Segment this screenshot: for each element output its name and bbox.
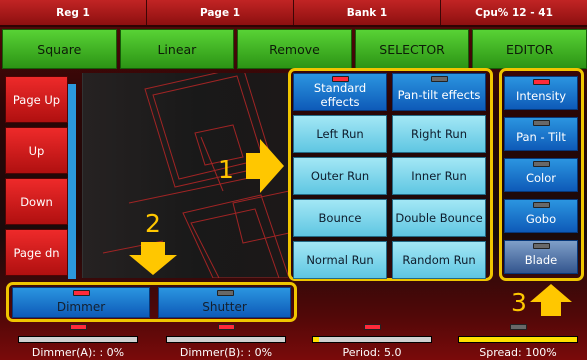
effect-label: Left Run xyxy=(316,127,364,141)
scrollbar[interactable] xyxy=(68,84,76,279)
page-indicator: Page 1 xyxy=(147,0,294,25)
attribute-lamp-indicator xyxy=(533,202,550,208)
dimmer-label: Dimmer xyxy=(56,299,106,314)
attribute-button-color[interactable]: Color xyxy=(504,158,578,192)
callout-number-3: 3 xyxy=(511,288,527,317)
parameter-label: Spread: 100% xyxy=(479,346,557,359)
page-up-button[interactable]: Page Up xyxy=(5,76,68,123)
down-arrow-icon xyxy=(129,242,177,275)
effect-button-double-bounce[interactable]: Double Bounce xyxy=(392,199,486,237)
page-down-button[interactable]: Page dn xyxy=(5,229,68,276)
parameter-level-bar xyxy=(312,336,432,343)
parameter-control-2[interactable]: Dimmer(B): : 0% xyxy=(160,323,292,360)
attribute-label: Intensity xyxy=(515,89,567,103)
effect-button-normal-run[interactable]: Normal Run xyxy=(293,241,387,279)
effect-lamp-indicator xyxy=(431,76,448,82)
effect-button-standard-effects[interactable]: Standard effects xyxy=(293,73,387,111)
effect-button-left-run[interactable]: Left Run xyxy=(293,115,387,153)
up-arrow-icon xyxy=(530,284,572,316)
attribute-button-pan-tilt[interactable]: Pan - Tilt xyxy=(504,117,578,151)
selector-button[interactable]: SELECTOR xyxy=(354,29,470,69)
effect-label: Double Bounce xyxy=(395,211,483,225)
editor-button[interactable]: EDITOR xyxy=(472,29,587,69)
attribute-lamp-indicator xyxy=(533,243,550,249)
effect-button-right-run[interactable]: Right Run xyxy=(392,115,486,153)
shutter-label: Shutter xyxy=(202,299,247,314)
bank-indicator: Bank 1 xyxy=(294,0,441,25)
shutter-lamp-indicator xyxy=(216,290,234,296)
parameter-control-1[interactable]: Dimmer(A): : 0% xyxy=(12,323,144,360)
effect-button-pan-tilt-effects[interactable]: Pan-tilt effects xyxy=(392,73,486,111)
cpu-indicator: Cpu% 12 - 41 xyxy=(475,6,553,19)
register-indicator: Reg 1 xyxy=(0,0,147,25)
parameter-control-4[interactable]: Spread: 100% xyxy=(452,323,584,360)
parameter-label: Dimmer(A): : 0% xyxy=(31,346,125,359)
up-button[interactable]: Up xyxy=(5,127,68,174)
effect-label: Normal Run xyxy=(306,253,374,267)
effect-label: Pan-tilt effects xyxy=(397,88,481,102)
parameter-lamp-indicator xyxy=(510,324,527,330)
attribute-lamp-indicator xyxy=(533,120,550,126)
parameter-label: Dimmer(B): : 0% xyxy=(179,346,273,359)
shutter-group-button[interactable]: Shutter xyxy=(158,287,291,318)
effect-button-bounce[interactable]: Bounce xyxy=(293,199,387,237)
status-bar: Reg 1 Page 1 Bank 1 Cpu% 12 - 41 xyxy=(0,0,587,27)
attribute-label: Gobo xyxy=(525,212,557,226)
attribute-button-blade[interactable]: Blade xyxy=(504,240,578,274)
attribute-lamp-indicator xyxy=(533,161,550,167)
effect-lamp-indicator xyxy=(332,76,349,82)
mode-toolbar: Square Linear Remove SELECTOR EDITOR xyxy=(2,29,587,69)
callout-number-1: 1 xyxy=(218,155,234,184)
attribute-lamp-indicator xyxy=(533,79,550,85)
parameter-level-fill xyxy=(459,337,577,342)
effect-button-inner-run[interactable]: Inner Run xyxy=(392,157,486,195)
group-panel: Dimmer Shutter xyxy=(6,282,297,322)
parameter-level-fill xyxy=(313,337,319,342)
parameter-control-3[interactable]: Period: 5.0 xyxy=(306,323,438,360)
effect-label: Bounce xyxy=(318,211,362,225)
effect-label: Right Run xyxy=(411,127,467,141)
parameter-lamp-indicator xyxy=(364,324,381,330)
attribute-button-gobo[interactable]: Gobo xyxy=(504,199,578,233)
attribute-button-intensity[interactable]: Intensity xyxy=(504,76,578,110)
parameter-level-bar xyxy=(458,336,578,343)
effect-button-random-run[interactable]: Random Run xyxy=(392,241,486,279)
dimmer-lamp-indicator xyxy=(73,290,90,296)
linear-button[interactable]: Linear xyxy=(119,29,235,69)
effect-label: Outer Run xyxy=(310,169,370,183)
square-button[interactable]: Square xyxy=(2,29,117,69)
attribute-label: Blade xyxy=(524,253,558,267)
callout-number-2: 2 xyxy=(145,209,161,238)
effect-label: Random Run xyxy=(402,253,476,267)
attribute-label: Color xyxy=(525,171,557,185)
parameter-lamp-indicator xyxy=(70,324,87,330)
parameter-level-bar xyxy=(18,336,138,343)
parameter-level-bar xyxy=(166,336,286,343)
effect-label: Inner Run xyxy=(411,169,467,183)
attribute-label: Pan - Tilt xyxy=(516,130,566,144)
parameter-lamp-indicator xyxy=(218,324,235,330)
dimmer-group-button[interactable]: Dimmer xyxy=(12,287,150,318)
parameter-label: Period: 5.0 xyxy=(342,346,402,359)
remove-button[interactable]: Remove xyxy=(237,29,352,69)
down-button[interactable]: Down xyxy=(5,178,68,225)
effect-button-outer-run[interactable]: Outer Run xyxy=(293,157,387,195)
right-arrow-icon xyxy=(246,139,284,193)
